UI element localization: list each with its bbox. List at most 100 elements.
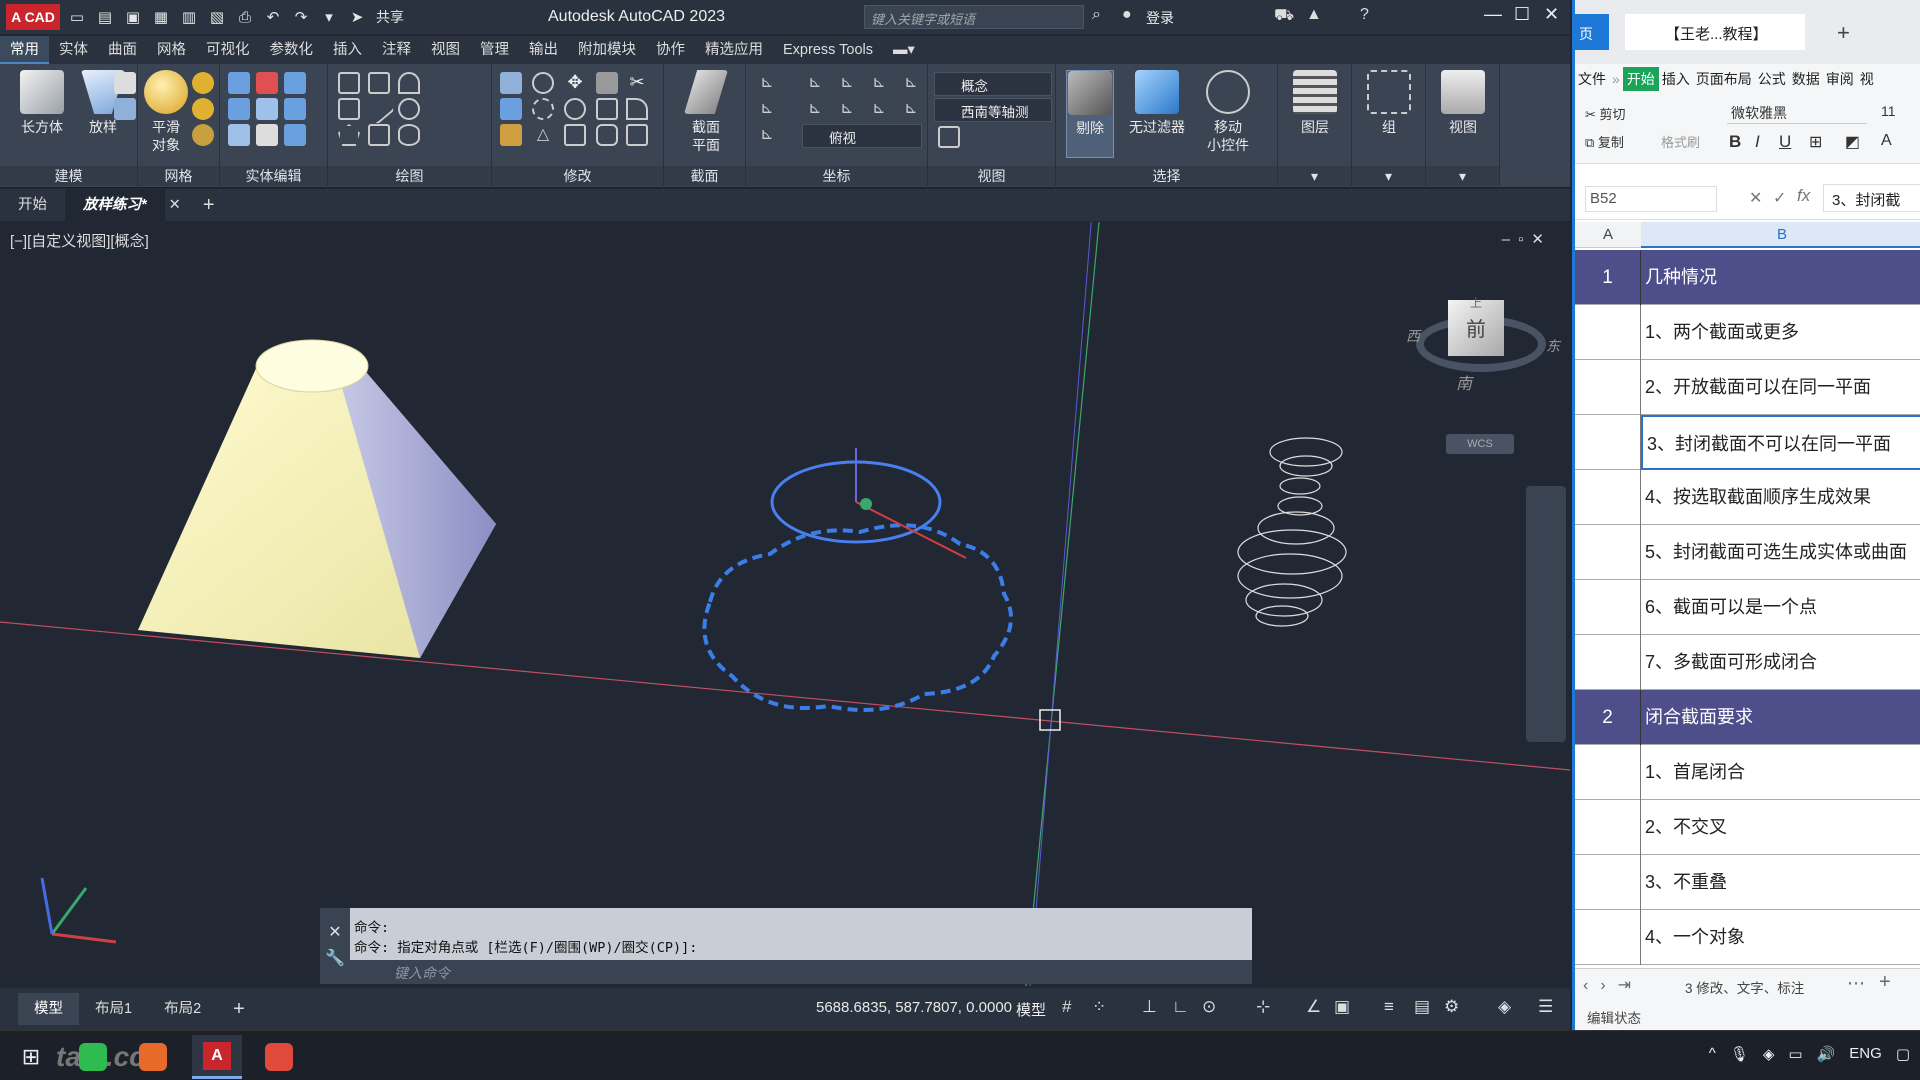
cancel-icon[interactable]: ✕ [1749,188,1762,208]
cell-a[interactable] [1575,525,1641,580]
extract-edges-icon[interactable] [284,98,306,120]
tab-collaborate[interactable]: 协作 [646,36,695,64]
tab-layout2[interactable]: 布局2 [148,993,217,1025]
drawing-viewport[interactable]: [−][自定义视图][概念] –▫✕ 前 上 西 东 南 WCS ✕ 🔧 命令:… [0,222,1570,986]
new-tab-icon[interactable]: + [185,189,233,221]
volume-icon[interactable]: 🔊 [1817,1045,1836,1063]
ucs-x-icon[interactable]: ⊾ [836,72,858,94]
search-input[interactable]: 键入关键字或短语 [864,5,1084,29]
cell-a[interactable] [1575,855,1641,910]
wps-new-tab-icon[interactable]: + [1837,20,1850,46]
array-icon[interactable] [532,98,554,120]
search-icon[interactable]: ⌕ [1092,6,1101,24]
viewcube-east-label[interactable]: 东 [1546,336,1560,356]
table-row[interactable]: 7、多截面可形成闭合 [1575,635,1920,690]
panel-groups-expand[interactable]: ▾ [1352,166,1425,186]
panel-modeling-title[interactable]: 建模 [0,166,137,186]
mesh-smooth-less-icon[interactable] [192,98,214,120]
ucs-z-icon[interactable]: ⊾ [900,72,922,94]
redo-icon[interactable]: ↷ [290,6,312,28]
viewcube-south-label[interactable]: 南 [1456,370,1472,394]
rectangle-icon[interactable] [368,124,390,146]
cell-b[interactable]: 1、两个截面或更多 [1641,305,1920,360]
3dpolyline-icon[interactable] [338,98,360,120]
panel-selection-title[interactable]: 选择 [1056,166,1277,186]
table-row[interactable]: 5、封闭截面可选生成实体或曲面 [1575,525,1920,580]
rotate-icon[interactable] [564,98,586,120]
viewcube[interactable]: 前 上 西 东 南 [1406,280,1566,393]
taskbar-app-red[interactable] [254,1035,304,1079]
selection-cycle-icon[interactable]: ▣ [1334,997,1350,1017]
login-button[interactable]: 登录 [1146,8,1174,28]
language-indicator[interactable]: ENG [1849,1045,1882,1063]
ortho-icon[interactable]: ∟ [1172,997,1189,1017]
open-web-icon[interactable]: ▥ [178,6,200,28]
move-gizmo-button[interactable]: 移动 小控件 [1198,70,1258,154]
command-window[interactable]: 命令: 命令: 指定对角点或 [栏选(F)/圈围(WP)/圈交(CP)]: 键入… [350,908,1252,984]
box-button[interactable]: 长方体 [14,70,70,136]
table-row[interactable]: 1、首尾闭合 [1575,745,1920,800]
cell-a[interactable] [1575,415,1641,470]
tab-manage[interactable]: 管理 [470,36,519,64]
italic-icon[interactable]: I [1755,132,1760,152]
column-header-b[interactable]: B [1641,222,1920,248]
viewcube-top-label[interactable]: 上 [1470,294,1482,311]
table-row[interactable]: 6、截面可以是一个点 [1575,580,1920,635]
cell-a[interactable] [1575,470,1641,525]
group-button[interactable]: 组 [1364,70,1414,136]
ribbon-minimize-icon[interactable]: ▬▾ [883,36,925,64]
annotation-monitor-icon[interactable]: ◈ [1498,997,1511,1017]
smooth-object-button[interactable]: 平滑 对象 [144,70,188,154]
panel-view-title[interactable]: 视图 [928,166,1055,186]
tab-output[interactable]: 输出 [519,36,568,64]
add-layout-icon[interactable]: + [217,993,261,1025]
taskbar-autocad[interactable]: A [192,1035,242,1079]
command-close-icon[interactable]: ✕ [320,922,350,942]
interfere-icon[interactable] [228,124,250,146]
wps-font-size-select[interactable]: 11 [1877,100,1920,124]
cart-icon[interactable]: ⛟ [1274,6,1294,26]
polygon-icon[interactable] [338,124,360,146]
panel-solid-editing-title[interactable]: 实体编辑 [220,166,327,186]
wps-copy-button[interactable]: ⧉ 复制 [1585,132,1624,151]
union-icon[interactable] [228,72,250,94]
user-icon[interactable]: ● [1122,6,1132,24]
table-row[interactable]: 3、不重叠 [1575,855,1920,910]
polyline-icon[interactable] [338,72,360,94]
cell-a[interactable] [1575,745,1641,800]
workspace-gear-icon[interactable]: ⚙ [1444,997,1459,1017]
tab-solid[interactable]: 实体 [49,36,98,64]
wps-name-box[interactable]: B52 [1585,186,1717,212]
cell-a[interactable]: 2 [1575,690,1641,745]
table-row[interactable]: 1、两个截面或更多 [1575,305,1920,360]
model-space-button[interactable]: 模型 [1016,999,1046,1020]
stretch-icon[interactable] [564,124,586,146]
open-folder-icon[interactable]: ▤ [94,6,116,28]
extrude-icon[interactable] [114,72,136,94]
tab-home[interactable]: 常用 [0,36,49,64]
tab-featured-apps[interactable]: 精选应用 [695,36,773,64]
no-filter-button[interactable]: 无过滤器 [1122,70,1192,136]
cell-a[interactable] [1575,580,1641,635]
minimize-icon[interactable]: — [1484,4,1502,25]
circle-icon[interactable] [398,98,420,120]
command-customize-icon[interactable]: 🔧 [320,948,350,968]
frustum-top-face[interactable] [255,339,369,393]
osnap-icon[interactable]: ⊹ [1256,997,1270,1017]
tab-mesh[interactable]: 网格 [147,36,196,64]
wps-menu-insert[interactable]: 插入 [1659,69,1693,89]
confirm-icon[interactable]: ✓ [1773,188,1786,208]
rotate3d-icon[interactable] [532,72,554,94]
viewcube-west-label[interactable]: 西 [1406,326,1420,346]
table-row[interactable]: 2、不交叉 [1575,800,1920,855]
refine-mesh-icon[interactable] [192,124,214,146]
wps-formula-input[interactable]: 3、封闭截 [1823,184,1920,212]
save-icon[interactable]: ▣ [122,6,144,28]
separate-icon[interactable] [284,124,306,146]
lineweight-icon[interactable]: ≡ [1384,997,1394,1017]
visual-style-dropdown[interactable]: 概念 [934,72,1052,96]
slice-icon[interactable] [284,72,306,94]
cell-a[interactable] [1575,910,1641,965]
grid-icon[interactable]: # [1062,997,1071,1017]
viewport-config-icon[interactable] [938,126,960,148]
